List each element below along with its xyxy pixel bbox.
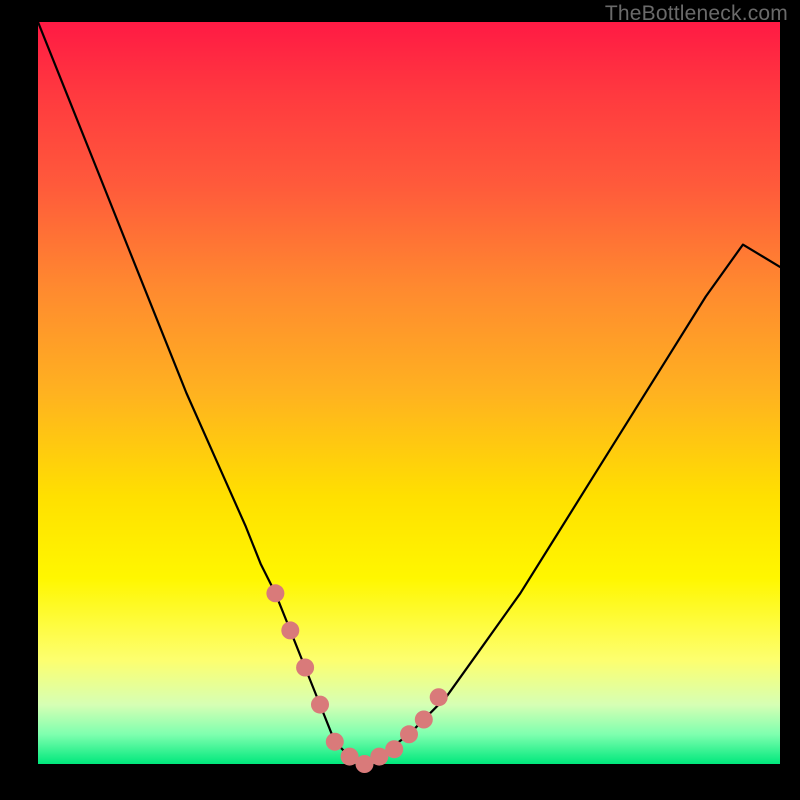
marker-dot [266,584,284,602]
marker-dot [415,711,433,729]
marker-dot [281,621,299,639]
marker-dot [385,740,403,758]
marker-dot [400,725,418,743]
watermark-text: TheBottleneck.com [605,2,788,26]
bottleneck-curve-svg [38,22,780,764]
plot-area [38,22,780,764]
marker-dot [430,688,448,706]
chart-frame: TheBottleneck.com [0,0,800,800]
marker-dot [311,696,329,714]
marker-dot [326,733,344,751]
highlight-markers [266,584,447,773]
marker-dot [296,659,314,677]
bottleneck-curve [38,22,780,764]
